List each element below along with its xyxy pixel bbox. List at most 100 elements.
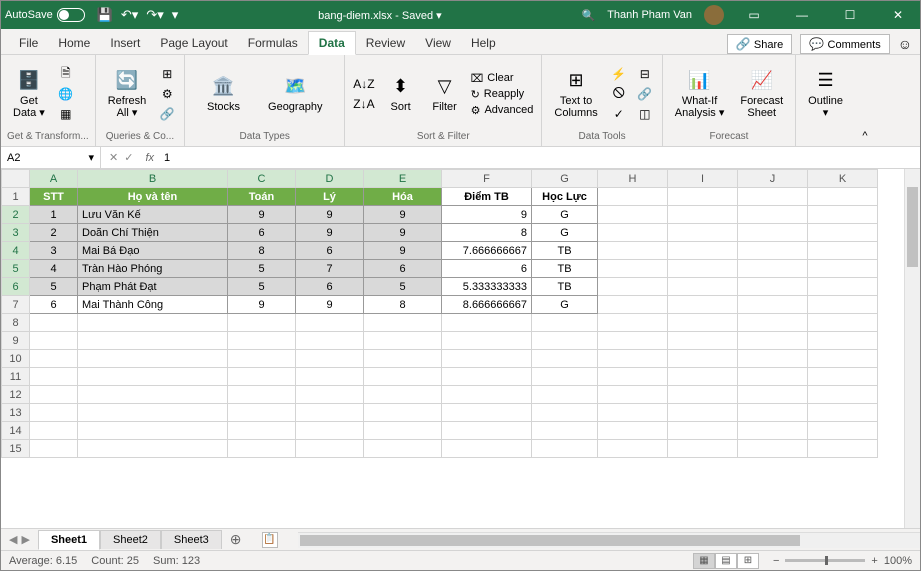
cell-D13[interactable] bbox=[296, 404, 364, 422]
row-header-12[interactable]: 12 bbox=[2, 386, 30, 404]
cell-C7[interactable]: 9 bbox=[228, 296, 296, 314]
cell-F1[interactable]: Điểm TB bbox=[442, 188, 532, 206]
prev-sheet-icon[interactable]: ◀ bbox=[9, 533, 17, 546]
col-header-K[interactable]: K bbox=[808, 170, 878, 188]
cell-A9[interactable] bbox=[30, 332, 78, 350]
next-sheet-icon[interactable]: ▶ bbox=[21, 533, 29, 546]
cell-I14[interactable] bbox=[668, 422, 738, 440]
cell-B15[interactable] bbox=[78, 440, 228, 458]
row-header-9[interactable]: 9 bbox=[2, 332, 30, 350]
cell-G15[interactable] bbox=[532, 440, 598, 458]
cell-K14[interactable] bbox=[808, 422, 878, 440]
cell-E10[interactable] bbox=[364, 350, 442, 368]
cell-K2[interactable] bbox=[808, 206, 878, 224]
cell-A15[interactable] bbox=[30, 440, 78, 458]
cell-A7[interactable]: 6 bbox=[30, 296, 78, 314]
cell-A6[interactable]: 5 bbox=[30, 278, 78, 296]
row-header-4[interactable]: 4 bbox=[2, 242, 30, 260]
col-header-J[interactable]: J bbox=[738, 170, 808, 188]
cell-D9[interactable] bbox=[296, 332, 364, 350]
cell-E9[interactable] bbox=[364, 332, 442, 350]
cell-E3[interactable]: 9 bbox=[364, 224, 442, 242]
cell-F2[interactable]: 9 bbox=[442, 206, 532, 224]
toggle-off-icon[interactable] bbox=[57, 8, 85, 22]
chevron-down-icon[interactable]: ▾ bbox=[88, 151, 94, 164]
cell-G7[interactable]: G bbox=[532, 296, 598, 314]
cell-I7[interactable] bbox=[668, 296, 738, 314]
col-header-B[interactable]: B bbox=[78, 170, 228, 188]
tab-help[interactable]: Help bbox=[461, 32, 506, 54]
cell-F13[interactable] bbox=[442, 404, 532, 422]
cell-I8[interactable] bbox=[668, 314, 738, 332]
cell-C14[interactable] bbox=[228, 422, 296, 440]
paste-options-icon[interactable]: 📋 bbox=[262, 532, 278, 548]
cell-B8[interactable] bbox=[78, 314, 228, 332]
cell-H4[interactable] bbox=[598, 242, 668, 260]
row-header-3[interactable]: 3 bbox=[2, 224, 30, 242]
cell-K8[interactable] bbox=[808, 314, 878, 332]
add-sheet-button[interactable]: ⊕ bbox=[222, 531, 250, 548]
cell-B14[interactable] bbox=[78, 422, 228, 440]
tab-insert[interactable]: Insert bbox=[100, 32, 150, 54]
zoom-out-icon[interactable]: − bbox=[773, 555, 779, 567]
cell-J10[interactable] bbox=[738, 350, 808, 368]
cell-J7[interactable] bbox=[738, 296, 808, 314]
maximize-icon[interactable]: ☐ bbox=[832, 1, 868, 29]
cell-E8[interactable] bbox=[364, 314, 442, 332]
sheet-tab-sheet2[interactable]: Sheet2 bbox=[100, 530, 161, 549]
cell-H2[interactable] bbox=[598, 206, 668, 224]
scroll-thumb[interactable] bbox=[907, 187, 918, 267]
vertical-scrollbar[interactable] bbox=[904, 169, 920, 528]
smiley-icon[interactable]: ☺ bbox=[898, 36, 912, 52]
cell-J8[interactable] bbox=[738, 314, 808, 332]
cell-H14[interactable] bbox=[598, 422, 668, 440]
cell-A11[interactable] bbox=[30, 368, 78, 386]
cell-H8[interactable] bbox=[598, 314, 668, 332]
cell-G12[interactable] bbox=[532, 386, 598, 404]
cell-A4[interactable]: 3 bbox=[30, 242, 78, 260]
cell-I10[interactable] bbox=[668, 350, 738, 368]
cell-J11[interactable] bbox=[738, 368, 808, 386]
cell-G10[interactable] bbox=[532, 350, 598, 368]
autosave-toggle[interactable]: AutoSave bbox=[5, 8, 85, 22]
cell-E14[interactable] bbox=[364, 422, 442, 440]
cell-H5[interactable] bbox=[598, 260, 668, 278]
cell-J13[interactable] bbox=[738, 404, 808, 422]
cell-K9[interactable] bbox=[808, 332, 878, 350]
cell-I9[interactable] bbox=[668, 332, 738, 350]
cell-H1[interactable] bbox=[598, 188, 668, 206]
cell-E2[interactable]: 9 bbox=[364, 206, 442, 224]
cell-E6[interactable]: 5 bbox=[364, 278, 442, 296]
cell-D7[interactable]: 9 bbox=[296, 296, 364, 314]
cell-D15[interactable] bbox=[296, 440, 364, 458]
consolidate-icon[interactable]: ⊟ bbox=[636, 65, 654, 83]
cell-B5[interactable]: Tràn Hào Phóng bbox=[78, 260, 228, 278]
cell-I13[interactable] bbox=[668, 404, 738, 422]
horizontal-scrollbar[interactable] bbox=[298, 532, 921, 548]
cell-J14[interactable] bbox=[738, 422, 808, 440]
get-data-button[interactable]: 🗄️Get Data ▾ bbox=[7, 67, 51, 121]
enter-icon[interactable]: ✓ bbox=[124, 151, 133, 164]
cell-E11[interactable] bbox=[364, 368, 442, 386]
cell-I5[interactable] bbox=[668, 260, 738, 278]
cell-F4[interactable]: 7.666666667 bbox=[442, 242, 532, 260]
properties-icon[interactable]: ⚙ bbox=[158, 85, 176, 103]
redo-icon[interactable]: ↷▾ bbox=[146, 7, 163, 23]
cell-E4[interactable]: 9 bbox=[364, 242, 442, 260]
cell-F15[interactable] bbox=[442, 440, 532, 458]
share-button[interactable]: 🔗 Share bbox=[727, 34, 793, 54]
cell-B6[interactable]: Phạm Phát Đạt bbox=[78, 278, 228, 296]
cell-K4[interactable] bbox=[808, 242, 878, 260]
cell-F14[interactable] bbox=[442, 422, 532, 440]
cell-G9[interactable] bbox=[532, 332, 598, 350]
text-to-columns-button[interactable]: ⊞Text to Columns bbox=[548, 67, 603, 121]
cell-F6[interactable]: 5.333333333 bbox=[442, 278, 532, 296]
col-header-I[interactable]: I bbox=[668, 170, 738, 188]
cell-F10[interactable] bbox=[442, 350, 532, 368]
cell-A1[interactable]: STT bbox=[30, 188, 78, 206]
col-header-C[interactable]: C bbox=[228, 170, 296, 188]
data-model-icon[interactable]: ◫ bbox=[636, 105, 654, 123]
cell-J3[interactable] bbox=[738, 224, 808, 242]
name-box[interactable]: A2▾ bbox=[1, 147, 101, 168]
cell-C6[interactable]: 5 bbox=[228, 278, 296, 296]
